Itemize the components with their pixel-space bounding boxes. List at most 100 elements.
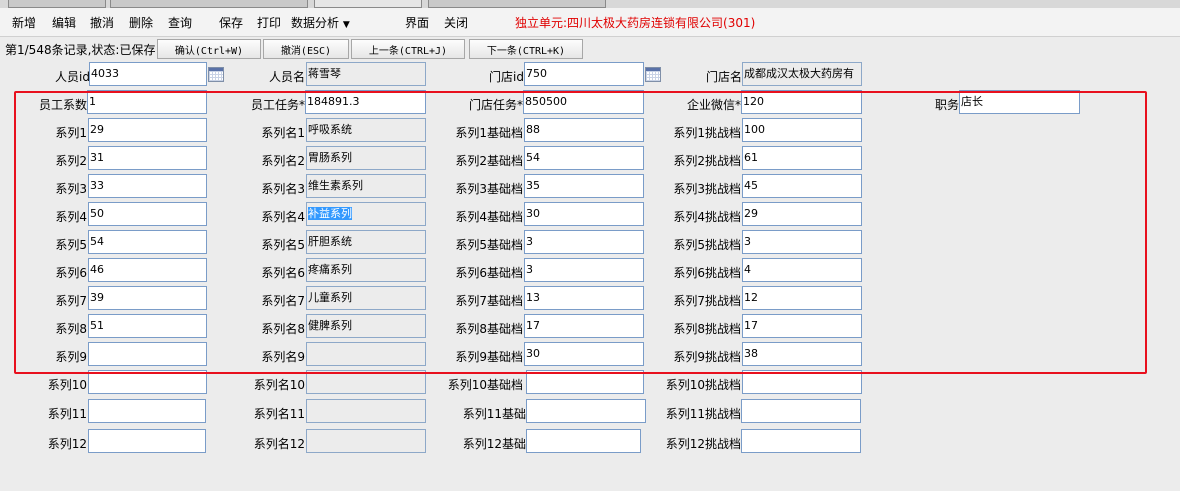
- menu-edit[interactable]: 编辑: [52, 14, 76, 31]
- series-value-field[interactable]: [88, 399, 206, 423]
- series-challenge-field[interactable]: 29: [742, 202, 862, 226]
- series-challenge-field[interactable]: 17: [742, 314, 862, 338]
- series-name-field[interactable]: 疼痛系列: [306, 258, 426, 282]
- staff-name-field[interactable]: 蒋雪琴: [306, 62, 426, 86]
- series-base-label: 系列4基础档: [455, 210, 523, 224]
- calendar-icon[interactable]: [645, 67, 661, 82]
- menu-delete[interactable]: 删除: [129, 14, 153, 31]
- series-challenge-field[interactable]: 100: [742, 118, 862, 142]
- series-value-label: 系列2: [55, 154, 87, 168]
- series-base-field[interactable]: [526, 429, 641, 453]
- series-base-field[interactable]: [526, 370, 644, 394]
- series-value-label: 系列6: [55, 266, 87, 280]
- next-record-button[interactable]: 下一条(CTRL+K): [469, 39, 583, 59]
- series-challenge-field[interactable]: [741, 429, 861, 453]
- menu-print[interactable]: 打印: [257, 14, 281, 31]
- tab[interactable]: [8, 0, 106, 8]
- series-name-field[interactable]: [306, 370, 426, 394]
- series-challenge-label: 系列12挑战档: [665, 437, 741, 451]
- series-base-field[interactable]: 54: [524, 146, 644, 170]
- series-name-field[interactable]: 补益系列: [306, 202, 426, 226]
- series-base-field[interactable]: 30: [524, 202, 644, 226]
- prev-record-button[interactable]: 上一条(CTRL+J): [351, 39, 465, 59]
- series-value-field[interactable]: 29: [88, 118, 207, 142]
- cancel-button[interactable]: 撤消(ESC): [263, 39, 349, 59]
- series-challenge-field[interactable]: [742, 370, 862, 394]
- staff-id-field[interactable]: 4033: [89, 62, 207, 86]
- series-challenge-field[interactable]: 12: [742, 286, 862, 310]
- series-base-field[interactable]: [526, 399, 646, 423]
- emp-task-field[interactable]: 184891.3: [305, 90, 426, 114]
- menu-query[interactable]: 查询: [168, 14, 192, 31]
- series-value-field[interactable]: 50: [88, 202, 207, 226]
- store-task-label: 门店任务*: [468, 98, 523, 112]
- series-challenge-field[interactable]: 61: [742, 146, 862, 170]
- series-name-label: 系列名4: [261, 210, 305, 224]
- series-challenge-field[interactable]: [741, 399, 861, 423]
- position-field[interactable]: 店长: [959, 90, 1080, 114]
- series-value-field[interactable]: 54: [88, 230, 207, 254]
- series-value-field[interactable]: 31: [88, 146, 207, 170]
- series-value-field[interactable]: [88, 342, 207, 366]
- series-challenge-field[interactable]: 4: [742, 258, 862, 282]
- series-name-label: 系列名9: [261, 350, 305, 364]
- menu-undo[interactable]: 撤消: [90, 14, 114, 31]
- series-name-label: 系列名12: [253, 437, 305, 451]
- series-name-field[interactable]: 儿童系列: [306, 286, 426, 310]
- menu-data-analysis[interactable]: 数据分析 ▼: [291, 14, 350, 31]
- confirm-button[interactable]: 确认(Ctrl+W): [157, 39, 261, 59]
- series-name-field[interactable]: 肝胆系统: [306, 230, 426, 254]
- series-value-field[interactable]: [88, 370, 207, 394]
- series-name-label: 系列名8: [261, 322, 305, 336]
- series-name-field[interactable]: 维生素系列: [306, 174, 426, 198]
- series-value-field[interactable]: 51: [88, 314, 207, 338]
- menu-save[interactable]: 保存: [219, 14, 243, 31]
- series-base-field[interactable]: 88: [524, 118, 644, 142]
- store-name-field[interactable]: 成都成汉太极大药房有: [742, 62, 862, 86]
- series-name-label: 系列名2: [261, 154, 305, 168]
- series-base-field[interactable]: 17: [524, 314, 644, 338]
- series-base-field[interactable]: 3: [524, 258, 644, 282]
- series-value-field[interactable]: 33: [88, 174, 207, 198]
- series-challenge-label: 系列10挑战档: [665, 378, 741, 392]
- series-value-label: 系列1: [55, 126, 87, 140]
- series-name-field[interactable]: [306, 429, 426, 453]
- series-base-label: 系列11基础: [462, 407, 526, 421]
- emp-coef-field[interactable]: 1: [87, 90, 207, 114]
- series-challenge-label: 系列1挑战档: [673, 126, 741, 140]
- company-label: 独立单元:四川太极大药房连锁有限公司(301): [515, 16, 756, 30]
- store-id-field[interactable]: 750: [524, 62, 644, 86]
- series-challenge-label: 系列7挑战档: [673, 294, 741, 308]
- wechat-field[interactable]: 120: [741, 90, 862, 114]
- series-base-label: 系列5基础档: [455, 238, 523, 252]
- series-value-field[interactable]: 46: [88, 258, 207, 282]
- menu-interface[interactable]: 界面: [405, 14, 429, 31]
- tab-active[interactable]: [314, 0, 422, 8]
- series-challenge-field[interactable]: 38: [742, 342, 862, 366]
- series-base-field[interactable]: 35: [524, 174, 644, 198]
- menu-close[interactable]: 关闭: [444, 14, 468, 31]
- tab-strip: [0, 0, 1180, 8]
- calendar-icon[interactable]: [208, 67, 224, 82]
- series-base-field[interactable]: 13: [524, 286, 644, 310]
- series-base-field[interactable]: 30: [524, 342, 644, 366]
- series-base-field[interactable]: 3: [524, 230, 644, 254]
- menu-new[interactable]: 新增: [12, 14, 36, 31]
- series-name-field[interactable]: 胃肠系列: [306, 146, 426, 170]
- series-name-field[interactable]: 健脾系列: [306, 314, 426, 338]
- series-base-label: 系列6基础档: [455, 266, 523, 280]
- tab[interactable]: [428, 0, 606, 8]
- series-challenge-field[interactable]: 45: [742, 174, 862, 198]
- series-value-label: 系列8: [55, 322, 87, 336]
- store-task-field[interactable]: 850500: [523, 90, 644, 114]
- tab[interactable]: [110, 0, 308, 8]
- store-name-label: 门店名: [705, 70, 742, 84]
- series-name-field[interactable]: [306, 399, 426, 423]
- series-value-field[interactable]: 39: [88, 286, 207, 310]
- emp-coef-label: 员工系数: [38, 98, 87, 112]
- series-challenge-field[interactable]: 3: [742, 230, 862, 254]
- series-value-field[interactable]: [88, 429, 206, 453]
- series-name-field[interactable]: 呼吸系统: [306, 118, 426, 142]
- series-name-field[interactable]: [306, 342, 426, 366]
- series-base-label: 系列10基础档: [447, 378, 523, 392]
